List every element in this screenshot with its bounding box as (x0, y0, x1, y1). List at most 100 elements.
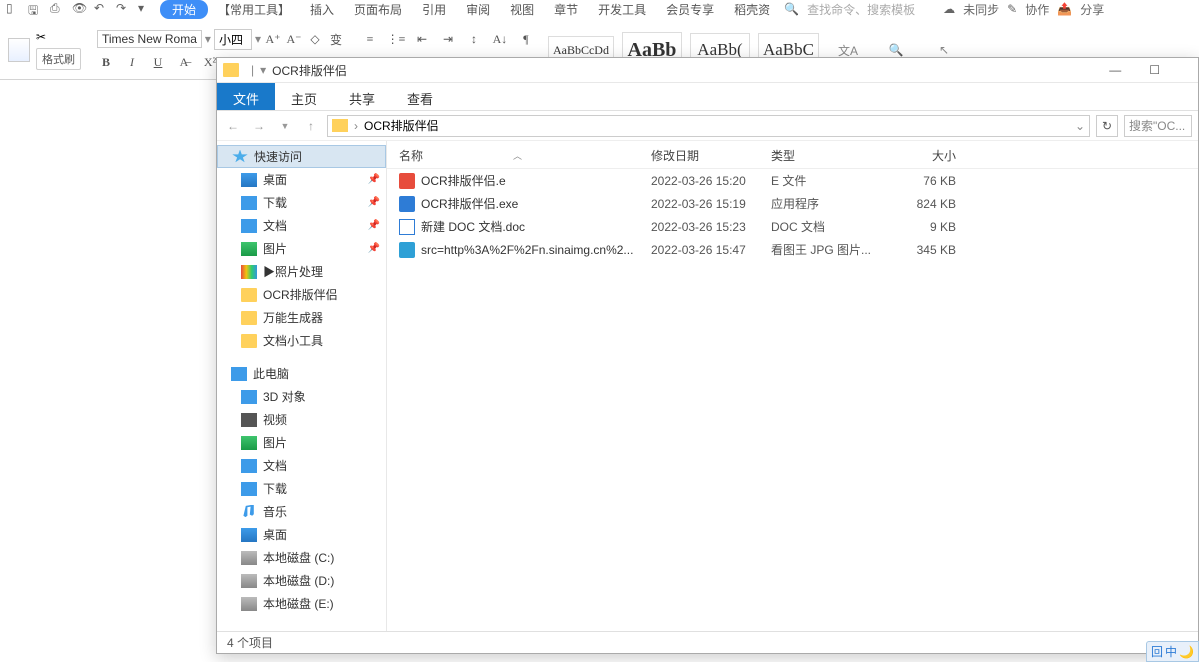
strike-icon[interactable]: A̶ (175, 54, 193, 72)
nav-drive-c[interactable]: 本地磁盘 (C:) (217, 546, 386, 569)
cut-icon[interactable]: ✂ (36, 30, 81, 44)
header-size[interactable]: 大小 (886, 147, 956, 164)
sort-indicator-icon[interactable]: ︿ (513, 149, 522, 162)
nav-forward-button[interactable]: → (249, 116, 269, 136)
qat-redo-icon[interactable]: ↷ (116, 1, 132, 17)
breadcrumb[interactable]: OCR排版伴侣 (364, 117, 439, 134)
refresh-button[interactable]: ↻ (1096, 115, 1118, 137)
nav-drive-e[interactable]: 本地磁盘 (E:) (217, 592, 386, 615)
nav-videos[interactable]: 视频 (217, 408, 386, 431)
nav-documents[interactable]: 文档📌 (217, 214, 386, 237)
qat-print-icon[interactable]: ⎙ (50, 1, 66, 17)
nav-this-pc[interactable]: 此电脑 (217, 362, 386, 385)
unsync-label[interactable]: 未同步 (963, 1, 999, 18)
nav-drive-d[interactable]: 本地磁盘 (D:) (217, 569, 386, 592)
show-marks-icon[interactable]: ¶ (517, 30, 535, 48)
grow-font-icon[interactable]: A⁺ (264, 30, 282, 48)
maximize-button[interactable]: ☐ (1145, 63, 1164, 77)
nav-desktop[interactable]: 桌面📌 (217, 168, 386, 191)
close-button[interactable] (1184, 63, 1192, 77)
coop-label[interactable]: 协作 (1025, 1, 1049, 18)
nav-doctool-folder[interactable]: 文档小工具 (217, 329, 386, 352)
qat-save-icon[interactable]: 🖫 (28, 1, 44, 17)
tab-insert[interactable]: 插入 (300, 1, 344, 18)
qat-file-icon[interactable]: ▯ (6, 1, 22, 17)
nav-3d-objects[interactable]: 3D 对象 (217, 385, 386, 408)
header-type[interactable]: 类型 (771, 147, 886, 164)
font-size-select[interactable]: 小四 (214, 29, 252, 50)
line-spacing-icon[interactable]: ↕ (465, 30, 483, 48)
search-input[interactable]: 搜索"OC... (1124, 115, 1192, 137)
clear-format-icon[interactable]: ◇ (306, 30, 324, 48)
chevron-right-icon[interactable]: › (354, 119, 358, 133)
bullets-icon[interactable]: ≡ (361, 30, 379, 48)
star-icon (232, 150, 248, 164)
qat-dropdown-icon[interactable]: ▾ (138, 1, 154, 17)
file-list-pane[interactable]: 名称 ︿ 修改日期 类型 大小 OCR排版伴侣.e 2022-03-26 15:2… (387, 141, 1198, 631)
font-name-select[interactable]: Times New Roma (97, 30, 202, 48)
address-bar[interactable]: › OCR排版伴侣 ⌄ (327, 115, 1090, 137)
underline-button[interactable]: U (149, 54, 167, 72)
ime-indicator[interactable]: 回 中 🌙 (1146, 641, 1199, 662)
nav-photo-process[interactable]: ▶照片处理 (217, 260, 386, 283)
folder-icon (332, 119, 348, 132)
nav-up-button[interactable]: ↑ (301, 116, 321, 136)
format-painter-button[interactable]: 格式刷 (36, 48, 81, 70)
menu-share[interactable]: 共享 (333, 83, 391, 110)
explorer-titlebar[interactable]: | ▾ OCR排版伴侣 — ☐ (217, 58, 1198, 83)
word-menu-bar: ▯ 🖫 ⎙ 👁 ↶ ↷ ▾ 开始 【常用工具】 插入 页面布局 引用 审阅 视图… (0, 0, 1104, 18)
nav-downloads2[interactable]: 下载 (217, 477, 386, 500)
tab-references[interactable]: 引用 (412, 1, 456, 18)
search-icon[interactable]: 🔍 (784, 2, 799, 16)
tab-vip[interactable]: 会员专享 (656, 1, 724, 18)
italic-button[interactable]: I (123, 54, 141, 72)
drive-icon (241, 597, 257, 611)
tab-layout[interactable]: 页面布局 (344, 1, 412, 18)
qat-undo-icon[interactable]: ↶ (94, 1, 110, 17)
file-row[interactable]: 新建 DOC 文档.doc 2022-03-26 15:23 DOC 文档 9 … (387, 215, 1198, 238)
indent-dec-icon[interactable]: ⇤ (413, 30, 431, 48)
nav-generator-folder[interactable]: 万能生成器 (217, 306, 386, 329)
header-date[interactable]: 修改日期 (651, 147, 771, 164)
addr-dropdown-icon[interactable]: ⌄ (1075, 119, 1085, 133)
qat-preview-icon[interactable]: 👁 (72, 1, 88, 17)
tab-common-tools[interactable]: 【常用工具】 (208, 1, 300, 18)
file-row[interactable]: OCR排版伴侣.exe 2022-03-26 15:19 应用程序 824 KB (387, 192, 1198, 215)
nav-documents2[interactable]: 文档 (217, 454, 386, 477)
tab-section[interactable]: 章节 (544, 1, 588, 18)
shrink-font-icon[interactable]: A⁻ (285, 30, 303, 48)
tab-view[interactable]: 视图 (500, 1, 544, 18)
explorer-ribbon-tabs: 文件 主页 共享 查看 (217, 83, 1198, 111)
nav-music[interactable]: 音乐 (217, 500, 386, 523)
menu-home[interactable]: 主页 (275, 83, 333, 110)
sort-icon[interactable]: A↓ (491, 30, 509, 48)
header-name[interactable]: 名称 (399, 147, 423, 164)
nav-desktop2[interactable]: 桌面 (217, 523, 386, 546)
nav-downloads[interactable]: 下载📌 (217, 191, 386, 214)
indent-inc-icon[interactable]: ⇥ (439, 30, 457, 48)
tab-review[interactable]: 审阅 (456, 1, 500, 18)
navigation-pane[interactable]: 快速访问 桌面📌 下载📌 文档📌 图片📌 ▶照片处理 OCR排版伴侣 万能生成器… (217, 141, 387, 631)
nav-quick-access[interactable]: 快速访问 (217, 145, 386, 168)
file-list-header[interactable]: 名称 ︿ 修改日期 类型 大小 (387, 141, 1198, 169)
minimize-button[interactable]: — (1105, 63, 1125, 77)
bold-button[interactable]: B (97, 54, 115, 72)
tab-template[interactable]: 稻壳资 (724, 1, 780, 18)
menu-view[interactable]: 查看 (391, 83, 449, 110)
nav-recent-dropdown[interactable]: ▼ (275, 116, 295, 136)
menu-file[interactable]: 文件 (217, 83, 275, 110)
nav-back-button[interactable]: ← (223, 116, 243, 136)
phonetic-icon[interactable]: 变 (327, 30, 345, 48)
pin-icon: 📌 (368, 197, 380, 208)
tab-developer[interactable]: 开发工具 (588, 1, 656, 18)
file-row[interactable]: src=http%3A%2F%2Fn.sinaimg.cn%2... 2022-… (387, 238, 1198, 261)
nav-pictures[interactable]: 图片📌 (217, 237, 386, 260)
nav-ocr-folder[interactable]: OCR排版伴侣 (217, 283, 386, 306)
paste-button[interactable] (8, 38, 30, 62)
nav-pictures2[interactable]: 图片 (217, 431, 386, 454)
share-label[interactable]: 分享 (1080, 1, 1104, 18)
file-row[interactable]: OCR排版伴侣.e 2022-03-26 15:20 E 文件 76 KB (387, 169, 1198, 192)
numbering-icon[interactable]: ⋮≡ (387, 30, 405, 48)
tab-start[interactable]: 开始 (160, 0, 208, 19)
search-placeholder[interactable]: 查找命令、搜索模板 (807, 1, 915, 18)
